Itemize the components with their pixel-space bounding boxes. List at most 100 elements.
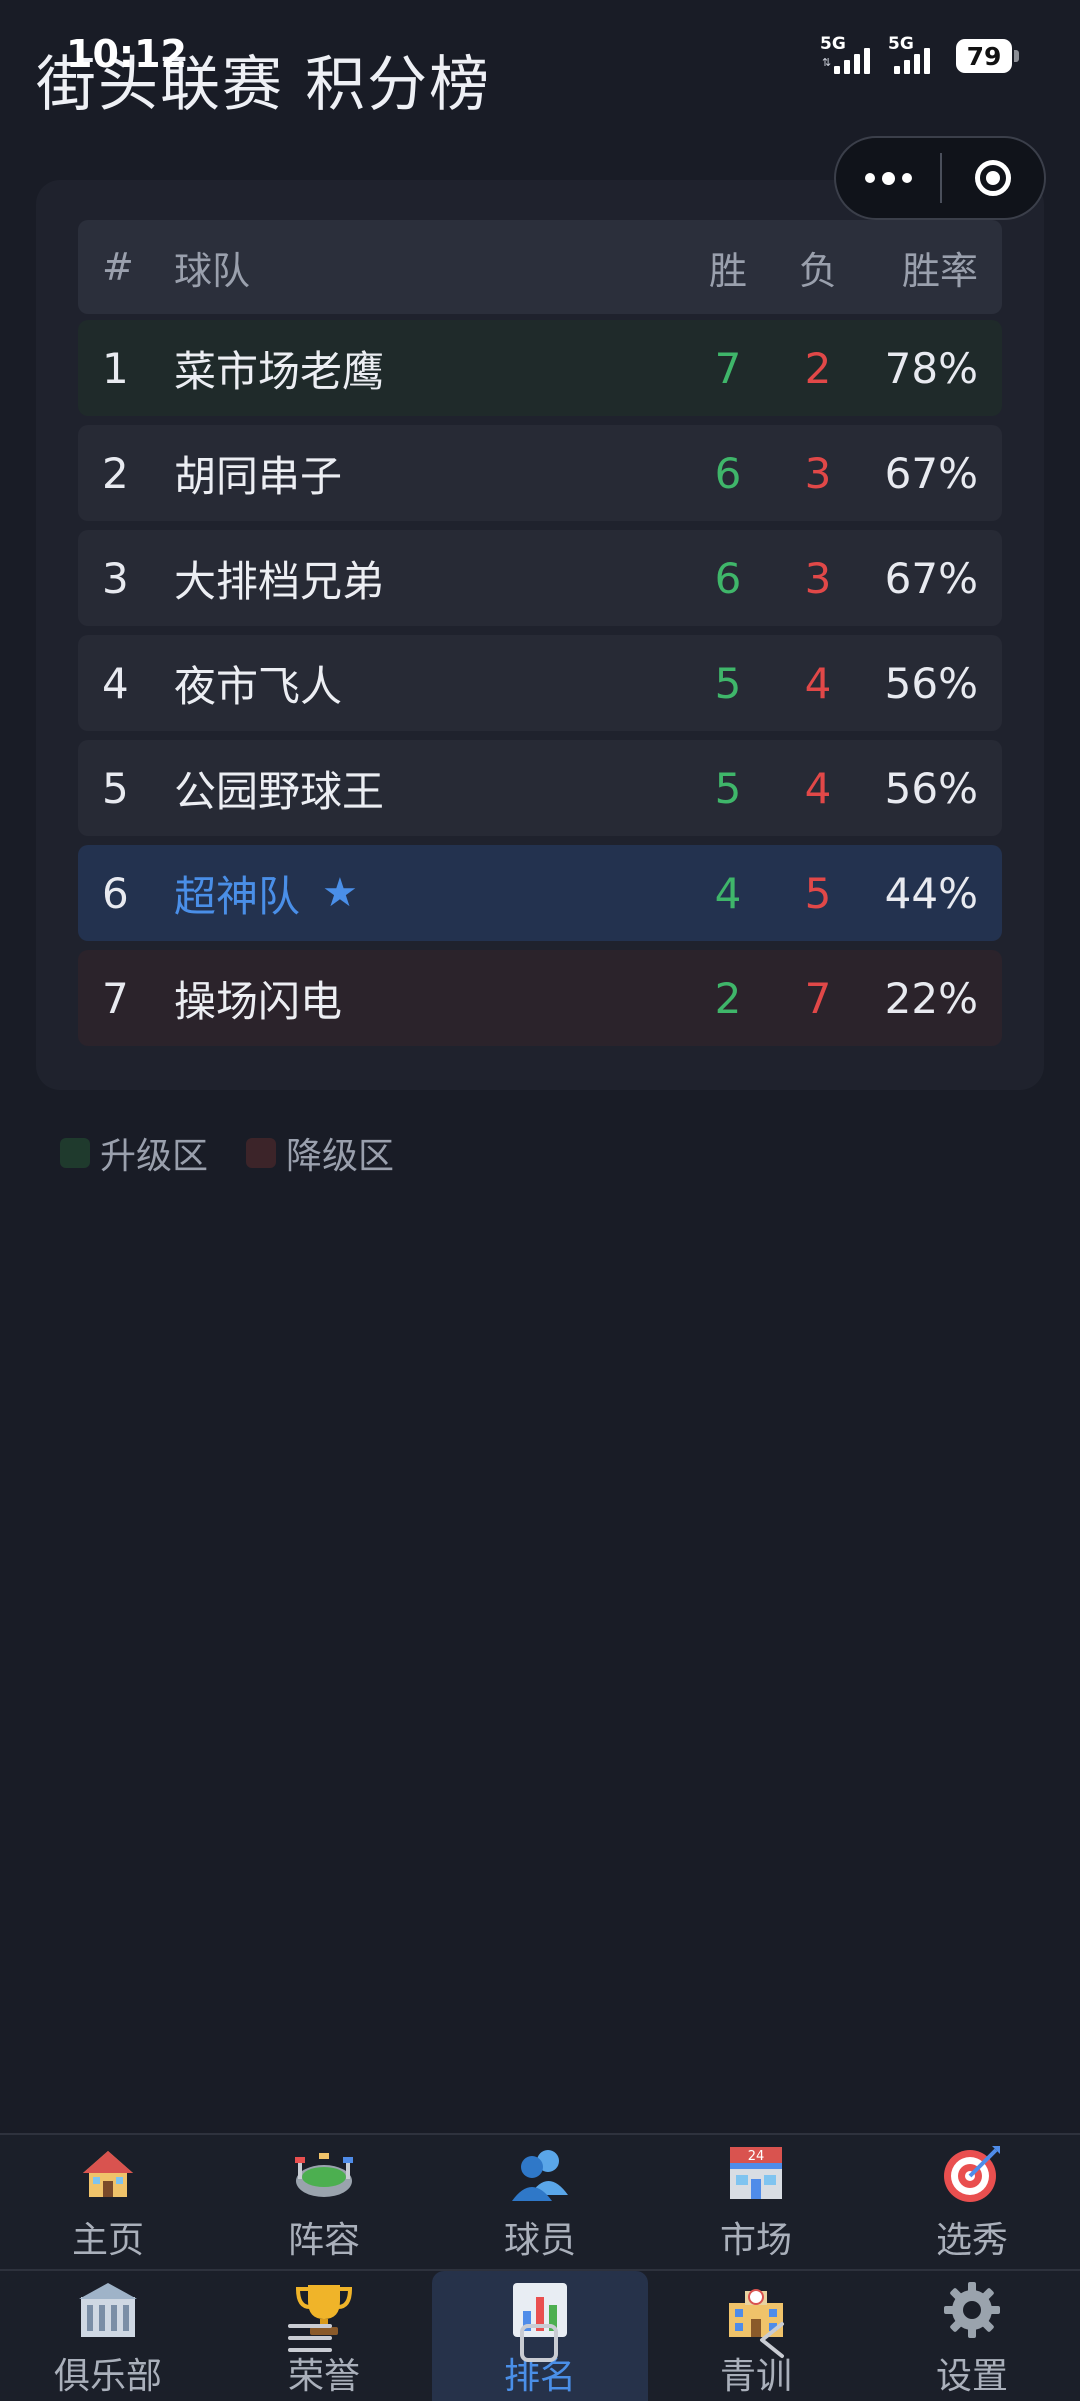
row-losses: 4	[804, 763, 832, 813]
star-icon: ★	[322, 870, 358, 916]
row-losses: 4	[804, 658, 832, 708]
tab-label: 市场	[719, 2220, 792, 2261]
row-losses: 2	[804, 343, 832, 393]
cellular-signal-icon: 5G ⇅	[820, 34, 876, 78]
tab-ranking[interactable]: 排名	[432, 2271, 648, 2401]
dot-icon	[864, 173, 875, 183]
tab-lineup[interactable]: 阵容	[216, 2135, 432, 2269]
row-losses: 7	[804, 973, 832, 1023]
promote-swatch	[60, 1138, 90, 1168]
target-icon	[941, 2143, 1003, 2205]
table-row[interactable]: 4 夜市飞人 5 4 56%	[78, 635, 1002, 731]
standings-card: # 球队 胜 负 胜率 1 菜市场老鹰 7 2 78% 2 胡同串子 6 3 6…	[36, 180, 1044, 1090]
legend-relegate: 降级区	[246, 1127, 394, 1179]
row-team: 公园野球王	[174, 766, 385, 816]
tab-label: 俱乐部	[53, 2356, 162, 2397]
status-time: 10:12	[66, 32, 187, 76]
row-rank: 6	[102, 868, 129, 918]
tab-label: 设置	[935, 2356, 1008, 2397]
tab-players[interactable]: 球员	[432, 2135, 648, 2269]
table-row-my-team[interactable]: 6 超神队 ★ 4 5 44%	[78, 845, 1002, 941]
bottom-tab-bar: 主页 阵容 球员 24 市场 选秀 俱乐部 荣誉 排名 青训 设置	[0, 2133, 1080, 2401]
header-team: 球队	[174, 248, 251, 293]
row-rank: 2	[102, 448, 129, 498]
battery-level: 79	[966, 41, 1002, 71]
tab-settings[interactable]: 设置	[864, 2271, 1080, 2401]
row-wins: 6	[714, 448, 742, 498]
tab-label: 球员	[503, 2220, 576, 2261]
row-wins: 2	[714, 973, 742, 1023]
tab-club[interactable]: 俱乐部	[0, 2271, 216, 2401]
row-team: 操场闪电	[174, 976, 343, 1026]
table-row[interactable]: 5 公园野球王 5 4 56%	[78, 740, 1002, 836]
row-win-rate: 67%	[884, 448, 978, 498]
tab-bar-row: 俱乐部 荣誉 排名 青训 设置	[0, 2269, 1080, 2401]
row-win-rate: 67%	[884, 553, 978, 603]
relegate-swatch	[246, 1138, 277, 1168]
legend-promote-label: 升级区	[100, 1136, 209, 1177]
tab-label: 荣誉	[287, 2356, 360, 2397]
tab-draft[interactable]: 选秀	[864, 2135, 1080, 2269]
row-losses: 3	[804, 448, 832, 498]
signal-bars	[834, 48, 870, 74]
table-row[interactable]: 2 胡同串子 6 3 67%	[78, 425, 1002, 521]
svg-text:24: 24	[748, 2149, 765, 2164]
row-rank: 1	[102, 343, 129, 393]
row-rank: 4	[102, 658, 129, 708]
row-team-name: 超神队	[174, 871, 301, 921]
players-icon	[509, 2143, 571, 2205]
table-row[interactable]: 7 操场闪电 2 7 22%	[78, 950, 1002, 1046]
more-options-button[interactable]	[836, 138, 940, 218]
zone-legend: 升级区 降级区	[60, 1128, 432, 1178]
standings-page: 街头联赛 积分榜 10:12 5G ⇅ 5G 79 # 球队 胜 负 胜率 1 …	[0, 0, 1080, 2401]
school-icon	[725, 2279, 787, 2341]
legend-relegate-label: 降级区	[286, 1136, 395, 1177]
header-losses: 负	[798, 248, 837, 293]
tab-youth[interactable]: 青训	[648, 2271, 864, 2401]
row-win-rate: 22%	[884, 973, 978, 1023]
header-wins: 胜	[708, 248, 747, 293]
tab-label: 阵容	[287, 2220, 360, 2261]
row-wins: 6	[714, 553, 742, 603]
table-row[interactable]: 3 大排档兄弟 6 3 67%	[78, 530, 1002, 626]
trophy-icon	[293, 2279, 355, 2341]
row-wins: 7	[714, 343, 742, 393]
battery-icon: 79	[956, 39, 1019, 73]
dot-icon	[881, 171, 895, 185]
building-icon	[77, 2279, 139, 2341]
target-circle-icon	[975, 160, 1011, 196]
row-team: 菜市场老鹰	[174, 346, 385, 396]
gear-icon	[941, 2279, 1003, 2341]
signal-bars	[894, 48, 930, 74]
close-miniapp-button[interactable]	[942, 138, 1044, 218]
row-rank: 3	[102, 553, 129, 603]
row-win-rate: 56%	[884, 658, 978, 708]
tab-market[interactable]: 24 市场	[648, 2135, 864, 2269]
row-wins: 4	[714, 868, 742, 918]
cellular-signal-icon: 5G	[888, 34, 944, 78]
tab-honors[interactable]: 荣誉	[216, 2271, 432, 2401]
header-rank: #	[102, 245, 134, 289]
row-rank: 7	[102, 973, 129, 1023]
miniapp-capsule	[834, 136, 1046, 220]
row-win-rate: 78%	[884, 343, 978, 393]
table-header: # 球队 胜 负 胜率	[78, 220, 1002, 314]
bar-chart-icon	[509, 2279, 571, 2341]
table-row[interactable]: 1 菜市场老鹰 7 2 78%	[78, 320, 1002, 416]
house-icon	[77, 2143, 139, 2205]
tab-label: 主页	[71, 2220, 144, 2261]
row-win-rate: 56%	[884, 763, 978, 813]
legend-promote: 升级区	[60, 1127, 208, 1179]
row-wins: 5	[714, 763, 742, 813]
tab-label: 青训	[719, 2356, 792, 2397]
row-team: 大排档兄弟	[174, 556, 385, 606]
row-team: 胡同串子	[174, 451, 343, 501]
stadium-icon	[293, 2143, 355, 2205]
tab-home[interactable]: 主页	[0, 2135, 216, 2269]
status-indicators: 5G ⇅ 5G 79	[820, 34, 1019, 78]
store-icon: 24	[725, 2143, 787, 2205]
tab-label: 选秀	[935, 2220, 1008, 2261]
row-wins: 5	[714, 658, 742, 708]
row-rank: 5	[102, 763, 129, 813]
row-team: 夜市飞人	[174, 661, 343, 711]
